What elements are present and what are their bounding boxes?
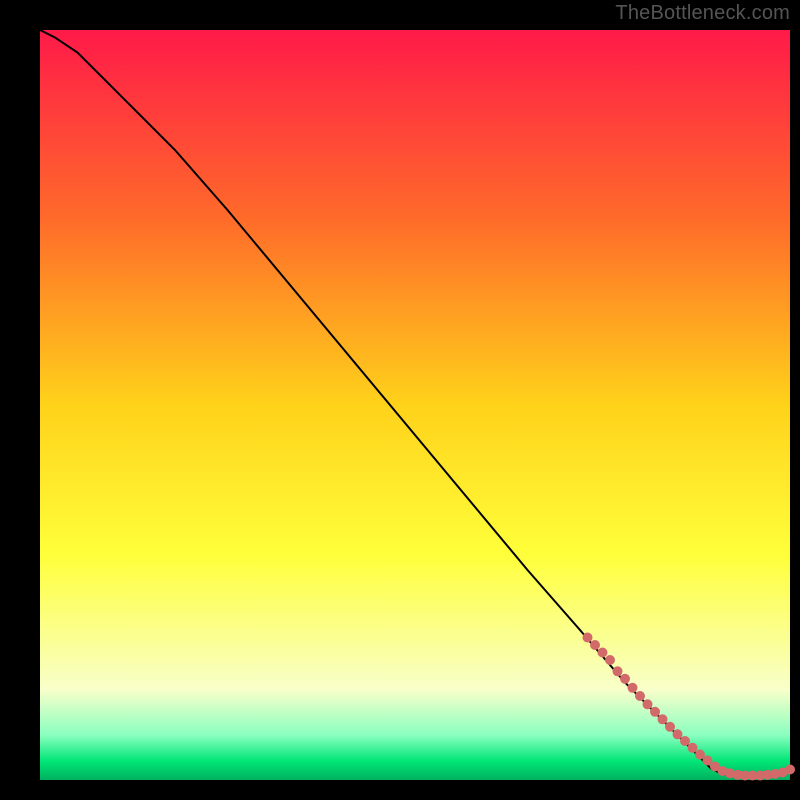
plot-background xyxy=(40,30,790,780)
scatter-point xyxy=(613,666,623,676)
scatter-point xyxy=(628,683,638,693)
watermark-label: TheBottleneck.com xyxy=(615,2,790,25)
scatter-point xyxy=(665,722,675,732)
scatter-point xyxy=(590,640,600,650)
scatter-point xyxy=(673,729,683,739)
scatter-point xyxy=(598,648,608,658)
scatter-point xyxy=(643,699,653,709)
scatter-point xyxy=(620,674,630,684)
scatter-point xyxy=(785,765,795,775)
scatter-point xyxy=(635,691,645,701)
scatter-point xyxy=(658,714,668,724)
scatter-point xyxy=(650,707,660,717)
scatter-point xyxy=(605,655,615,665)
scatter-point xyxy=(583,633,593,643)
chart-stage: TheBottleneck.com xyxy=(0,0,800,800)
scatter-point xyxy=(680,736,690,746)
gradient-line-chart xyxy=(0,0,800,800)
scatter-point xyxy=(688,743,698,753)
